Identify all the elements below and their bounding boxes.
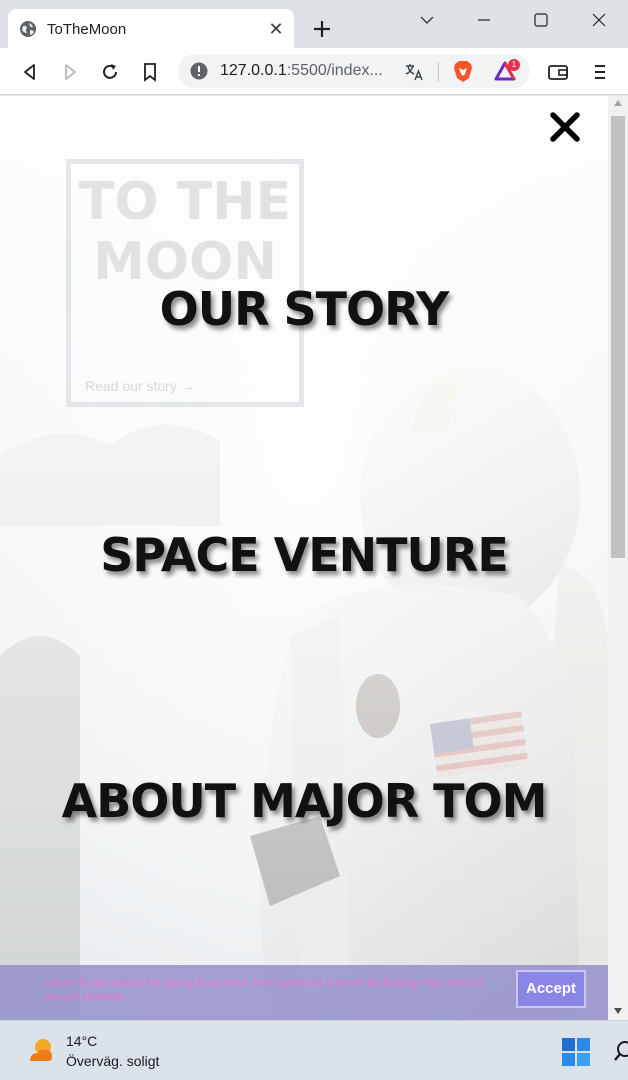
menu-link-our-story[interactable]: OUR STORY: [0, 282, 608, 336]
address-divider: [438, 62, 439, 82]
translate-icon[interactable]: [404, 62, 424, 82]
browser-tab[interactable]: ToTheMoon ✕: [8, 9, 294, 48]
cookie-banner: I don't know where I'm going from here, …: [0, 965, 608, 1020]
read-story-link[interactable]: Read our story →: [85, 378, 195, 394]
page-scrollbar[interactable]: [608, 96, 628, 1020]
info-icon[interactable]: [190, 62, 208, 80]
rewards-badge: 1: [508, 59, 520, 71]
tab-close-icon[interactable]: ✕: [266, 19, 286, 39]
menu-link-space-venture[interactable]: SPACE VENTURE: [0, 528, 608, 582]
tab-title: ToTheMoon: [47, 21, 127, 38]
menu-icon[interactable]: [588, 60, 612, 84]
cookie-message: I don't know where I'm going from here, …: [44, 977, 483, 1003]
minimize-icon[interactable]: [470, 8, 498, 32]
windows-start-icon[interactable]: [561, 1037, 591, 1067]
hero-title: TO THE MOON: [78, 172, 292, 292]
windows-taskbar: 14°C Överväg. soligt: [0, 1020, 628, 1080]
plus-icon[interactable]: [309, 16, 335, 42]
accept-cookies-button[interactable]: Accept: [516, 970, 586, 1008]
tab-strip: ToTheMoon ✕: [0, 0, 628, 48]
partly-sunny-icon[interactable]: [26, 1035, 58, 1067]
brave-shields-icon[interactable]: [452, 59, 474, 83]
brave-rewards-button[interactable]: 1: [494, 59, 522, 83]
weather-description: Överväg. soligt: [66, 1053, 160, 1069]
weather-temperature: 14°C: [66, 1033, 98, 1049]
scroll-down-arrow-icon[interactable]: [614, 1008, 622, 1014]
globe-icon: [20, 21, 36, 37]
forward-icon[interactable]: [58, 60, 82, 84]
close-menu-icon[interactable]: [548, 110, 582, 144]
wallet-icon[interactable]: [546, 60, 570, 84]
url-path: :5500/index...: [286, 62, 383, 79]
maximize-icon[interactable]: [527, 8, 555, 32]
reload-icon[interactable]: [98, 60, 122, 84]
url-text[interactable]: 127.0.0.1:5500/index...: [220, 62, 383, 80]
taskbar-search-icon[interactable]: [612, 1037, 628, 1067]
bookmark-icon[interactable]: [138, 60, 162, 84]
menu-link-about-major-tom[interactable]: ABOUT MAJOR TOM: [0, 774, 608, 828]
back-icon[interactable]: [18, 60, 42, 84]
chevron-down-icon[interactable]: [413, 8, 441, 32]
address-bar[interactable]: 127.0.0.1:5500/index... 1: [178, 54, 530, 88]
scrollbar-thumb[interactable]: [611, 116, 625, 558]
page-viewport: TO THE MOON Read our story → OUR STORY S…: [0, 96, 608, 1020]
scroll-up-arrow-icon[interactable]: [614, 100, 622, 106]
close-window-icon[interactable]: [585, 8, 613, 32]
url-host: 127.0.0.1: [220, 62, 287, 79]
browser-toolbar: 127.0.0.1:5500/index... 1: [0, 48, 628, 95]
